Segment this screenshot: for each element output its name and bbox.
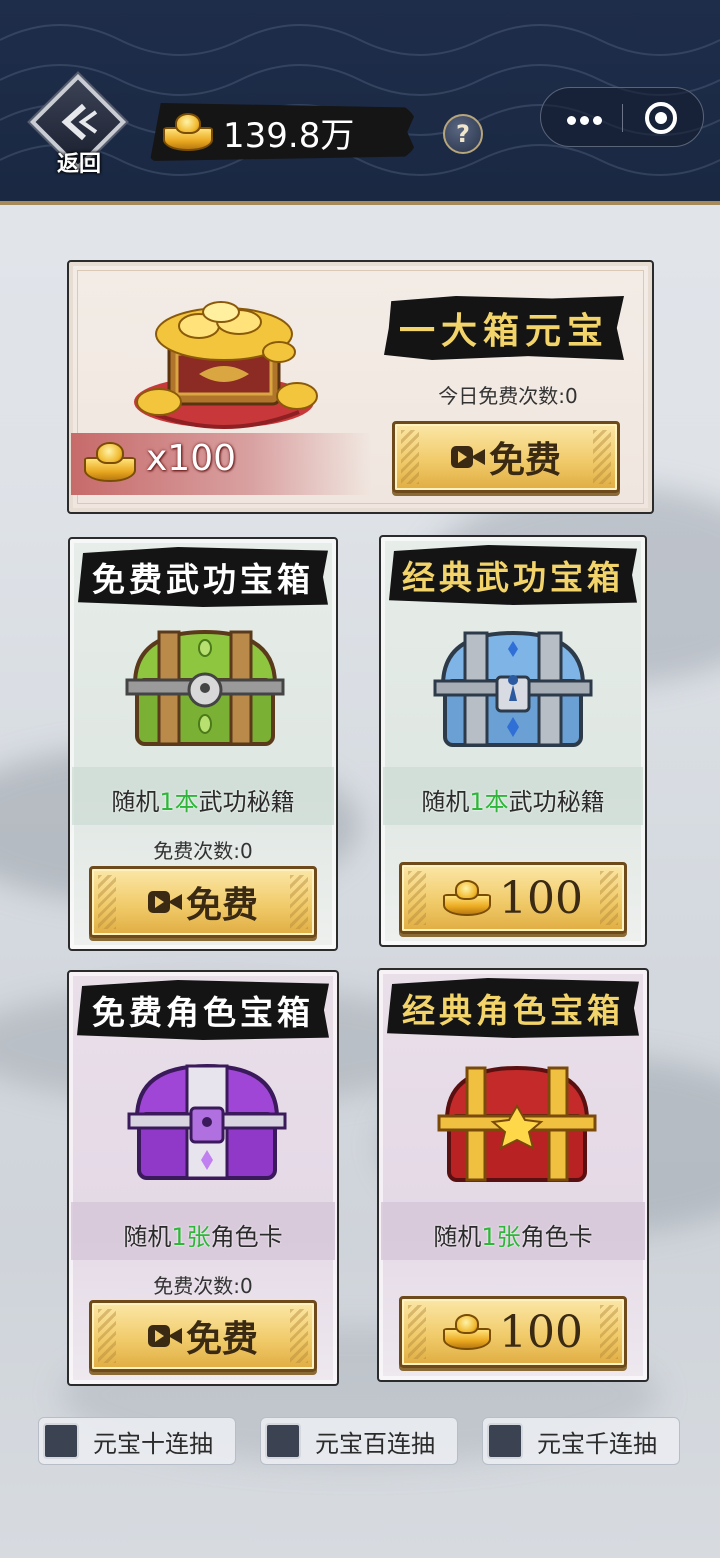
chevron-left-icon [61, 103, 98, 141]
gold-ingot-icon [443, 880, 491, 916]
checkbox-box[interactable] [487, 1423, 523, 1459]
top-bar: 返回 139.8万 ? [0, 0, 720, 205]
price-label: 100 [499, 1306, 583, 1358]
video-ad-icon [147, 1323, 182, 1349]
gold-treasure-chest-icon [134, 301, 318, 429]
thousand-pull-checkbox[interactable]: 元宝千连抽 [482, 1417, 680, 1465]
card-title: 经典武功宝箱 [402, 558, 624, 597]
free-martial-chest-button[interactable]: 免费 [89, 866, 317, 938]
card-free-count: 免费次数:0 [153, 839, 253, 863]
classic-martial-chest-buy-button[interactable]: 100 [399, 862, 627, 934]
video-ad-icon [147, 889, 182, 915]
more-icon[interactable] [567, 110, 607, 126]
checkbox-label: 元宝千连抽 [537, 1429, 657, 1458]
card-title: 免费武功宝箱 [92, 560, 314, 599]
featured-free-button-label: 免费 [488, 439, 561, 481]
card-free-count: 免费次数:0 [153, 1274, 253, 1298]
price-label: 100 [499, 872, 583, 924]
back-label: 返回 [56, 151, 101, 177]
purple-chest-icon [127, 1063, 287, 1180]
reward-ingot-icon [84, 442, 136, 482]
checkbox-box[interactable] [43, 1423, 79, 1459]
featured-free-count: 今日免费次数:0 [438, 384, 578, 408]
card-description: 随机1张角色卡 [433, 1223, 593, 1251]
help-button[interactable]: ? [443, 114, 483, 154]
red-chest-icon [437, 1065, 597, 1182]
featured-free-button[interactable]: 免费 [392, 421, 620, 493]
card-title: 经典角色宝箱 [402, 991, 624, 1030]
green-chest-icon [125, 629, 285, 746]
close-target-icon[interactable] [645, 102, 677, 134]
classic-role-chest-buy-button[interactable]: 100 [399, 1296, 627, 1368]
checkbox-label: 元宝百连抽 [315, 1429, 435, 1458]
card-description: 随机1本武功秘籍 [421, 788, 605, 816]
ten-pull-checkbox[interactable]: 元宝十连抽 [38, 1417, 236, 1465]
free-role-chest-button[interactable]: 免费 [89, 1300, 317, 1372]
gold-ingot-icon [443, 1314, 491, 1350]
gold-ingot-icon [163, 113, 213, 151]
gold-balance-value: 139.8万 [223, 116, 355, 156]
miniprogram-capsule [540, 87, 704, 147]
back-button[interactable]: 返回 [29, 73, 128, 180]
hundred-pull-checkbox[interactable]: 元宝百连抽 [260, 1417, 458, 1465]
checkbox-label: 元宝十连抽 [93, 1429, 213, 1458]
free-button-label: 免费 [185, 884, 258, 926]
video-ad-icon [450, 444, 485, 470]
card-description: 随机1本武功秘籍 [111, 788, 295, 816]
checkbox-box[interactable] [265, 1423, 301, 1459]
blue-chest-icon [433, 630, 593, 747]
card-description: 随机1张角色卡 [123, 1223, 283, 1251]
featured-title: 一大箱元宝 [398, 310, 609, 352]
free-button-label: 免费 [185, 1318, 258, 1360]
card-title: 免费角色宝箱 [92, 993, 314, 1032]
reward-count: x100 [146, 438, 237, 479]
